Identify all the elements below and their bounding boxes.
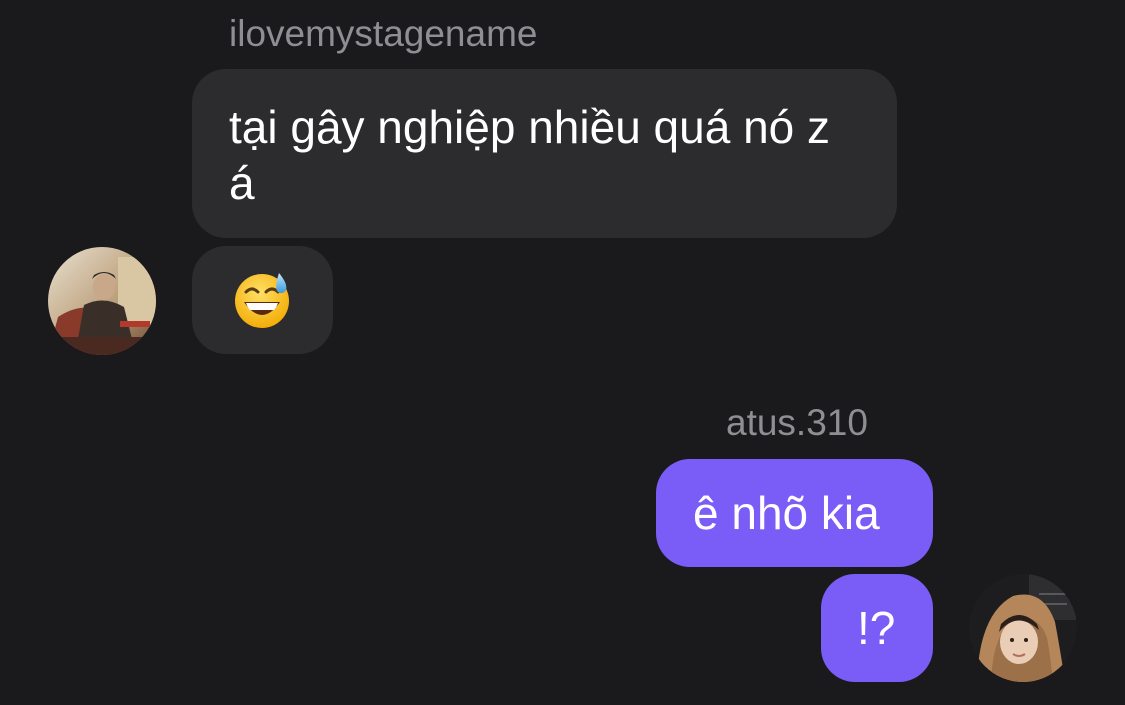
message-text: ê nhõ kia [693, 487, 880, 539]
chat-thread: ilovemystagename tại gây nghiệp nhiều qu… [0, 0, 1125, 705]
user-avatar-icon [969, 574, 1077, 682]
message-bubble-outgoing[interactable]: !? [821, 574, 933, 682]
grinning-face-with-sweat-icon [235, 273, 289, 328]
message-bubble-incoming[interactable]: tại gây nghiệp nhiều quá nó z á [192, 69, 897, 238]
message-bubble-outgoing[interactable]: ê nhõ kia [656, 459, 933, 567]
message-text: !? [857, 602, 896, 654]
avatar-outgoing[interactable] [969, 574, 1077, 682]
sender-name-incoming: ilovemystagename [229, 13, 538, 54]
message-text: tại gây nghiệp nhiều quá nó z á [229, 101, 831, 209]
message-bubble-incoming-emoji[interactable] [192, 246, 333, 354]
sender-name-outgoing: atus.310 [726, 402, 868, 443]
user-avatar-icon [48, 247, 156, 355]
avatar-incoming[interactable] [48, 247, 156, 355]
